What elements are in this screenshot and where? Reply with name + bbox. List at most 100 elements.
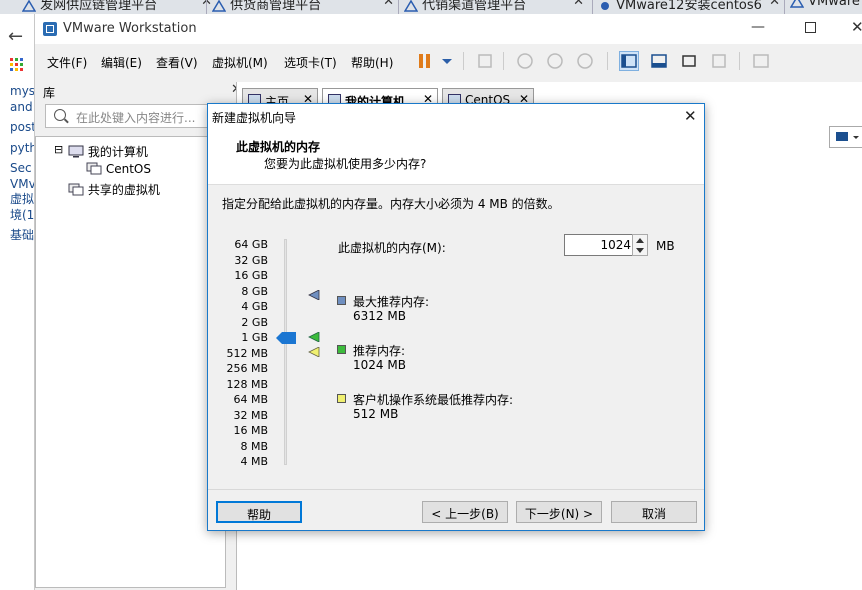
scale-label: 32 GB [234, 253, 268, 267]
scale-label: 1 GB [241, 331, 268, 344]
send-keys-icon[interactable] [475, 51, 495, 71]
browser-tab[interactable]: VMware12安装centos6 ✕ [598, 0, 780, 14]
thumbnail-bar-icon[interactable] [649, 51, 669, 71]
menu-help[interactable]: 帮助(H) [351, 54, 393, 71]
back-arrow-icon[interactable]: ← [8, 26, 23, 47]
chevron-down-icon[interactable] [437, 51, 457, 71]
menu-file[interactable]: 文件(F) [47, 54, 87, 71]
fullscreen-icon[interactable] [679, 51, 699, 71]
close-icon[interactable]: ✕ [573, 0, 584, 9]
scale-label: 256 MB [226, 362, 268, 375]
browser-tab-label: VMware12安装centos6 [616, 0, 762, 13]
legend-swatch-minimum [337, 394, 346, 403]
revert-snapshot-icon[interactable] [545, 51, 565, 71]
tree-expander[interactable]: ⊟ [54, 143, 63, 156]
scale-label: 4 MB [240, 455, 268, 468]
max-recommended-marker-icon [308, 290, 320, 300]
pause-icon[interactable] [415, 51, 435, 71]
help-button[interactable]: 帮助 [216, 501, 302, 523]
legend-value-recommended: 1024 MB [353, 358, 406, 372]
library-header: 库 [37, 82, 235, 102]
library-search-input[interactable]: 在此处键入内容进行... [45, 104, 227, 128]
apps-grid-icon[interactable] [10, 58, 24, 72]
warning-triangle-icon [404, 0, 418, 12]
legend-swatch-recommended [337, 345, 346, 354]
console-view-icon[interactable] [751, 51, 771, 71]
cancel-button[interactable]: 取消 [611, 501, 697, 523]
browser-tab-label: 发网供应链管理平台 [40, 0, 158, 13]
vmware-logo-icon [43, 22, 57, 36]
window-close-button[interactable]: ✕ [851, 18, 862, 36]
memory-slider-track[interactable] [284, 239, 287, 465]
tree-item-my-computer[interactable]: 我的计算机 [68, 143, 148, 160]
paw-icon [601, 1, 609, 10]
memory-spinner[interactable] [632, 234, 648, 256]
scale-label: 2 GB [241, 315, 268, 329]
dialog-close-button[interactable]: ✕ [684, 107, 697, 125]
browser-tab[interactable]: VMware [790, 0, 862, 14]
minimum-recommended-marker-icon [308, 347, 320, 357]
title-bar: VMware Workstation — ✕ [35, 14, 862, 44]
unity-icon[interactable] [709, 51, 729, 71]
legend-value-max: 6312 MB [353, 309, 406, 323]
dialog-title-bar: 新建虚拟机向导 ✕ [208, 104, 704, 130]
library-tree: ⊟ 我的计算机 CentOS 共享的虚拟机 [35, 136, 226, 588]
recommended-marker-icon [308, 332, 320, 342]
warning-triangle-icon [790, 0, 804, 8]
legend-label-recommended: 推荐内存: [353, 344, 406, 358]
menu-view[interactable]: 查看(V) [156, 54, 198, 71]
tree-item-label: 我的计算机 [87, 145, 148, 159]
browser-tab-label: VMware [808, 0, 860, 9]
scale-label: 64 GB [234, 238, 268, 251]
memory-unit: MB [656, 239, 675, 253]
scale-label: 16 MB [233, 424, 268, 437]
spin-down-icon[interactable] [636, 248, 644, 253]
spin-up-icon[interactable] [636, 238, 644, 243]
next-button[interactable]: 下一步(N) > [516, 501, 602, 523]
computer-icon [68, 145, 84, 158]
close-icon[interactable]: ✕ [769, 0, 780, 9]
library-view-icon[interactable] [619, 51, 639, 71]
dialog-title: 新建虚拟机向导 [212, 111, 297, 125]
dialog-header: 此虚拟机的内存 您要为此虚拟机使用多少内存? [208, 130, 704, 185]
shared-vm-icon [68, 183, 84, 196]
tree-item-label: CentOS [105, 162, 151, 176]
browser-tab[interactable]: 代销渠道管理平台 ✕ [404, 0, 584, 14]
tree-item-label: 共享的虚拟机 [87, 183, 160, 197]
menu-vm[interactable]: 虚拟机(M) [212, 54, 268, 71]
browser-tab[interactable]: 供货商管理平台 ✕ [212, 0, 394, 14]
memory-scale: 64 GB 32 GB 16 GB 8 GB 4 GB 2 GB 1 GB 51… [208, 234, 268, 474]
tree-item-shared-vms[interactable]: 共享的虚拟机 [68, 181, 160, 198]
memory-input[interactable]: 1024 [564, 234, 638, 256]
dialog-description: 指定分配给此虚拟机的内存量。内存大小必须为 4 MB 的倍数。 [222, 197, 560, 211]
view-mode-button[interactable] [829, 126, 862, 148]
browser-tab-strip: 发网供应链管理平台 ✕ 供货商管理平台 ✕ 代销渠道管理平台 ✕ VMware1… [0, 0, 862, 14]
dialog-heading: 此虚拟机的内存 [236, 140, 321, 154]
snapshot-icon[interactable] [515, 51, 535, 71]
maximize-button[interactable] [805, 22, 816, 33]
close-icon[interactable]: ✕ [383, 0, 394, 9]
search-icon [54, 109, 66, 121]
browser-tab-label: 代销渠道管理平台 [422, 0, 527, 13]
window-title: VMware Workstation [63, 21, 197, 36]
scale-label: 16 GB [234, 269, 268, 282]
browser-tab[interactable]: 发网供应链管理平台 ✕ [22, 0, 212, 14]
legend-label-minimum: 客户机操作系统最低推荐内存: [353, 393, 514, 407]
tree-item-centos[interactable]: CentOS [86, 162, 151, 176]
scale-label: 128 MB [226, 377, 268, 391]
warning-triangle-icon [212, 0, 226, 12]
dialog-subheading: 您要为此虚拟机使用多少内存? [264, 157, 427, 171]
monitor-dropdown-icon [836, 132, 859, 141]
back-button[interactable]: < 上一步(B) [422, 501, 508, 523]
new-vm-wizard-dialog: 新建虚拟机向导 ✕ 此虚拟机的内存 您要为此虚拟机使用多少内存? 指定分配给此虚… [207, 103, 705, 531]
scale-label: 8 MB [240, 439, 268, 453]
menu-tabs[interactable]: 选项卡(T) [284, 54, 337, 71]
snapshot-manager-icon[interactable] [575, 51, 595, 71]
scale-label: 512 MB [226, 346, 268, 360]
memory-slider-thumb[interactable] [276, 332, 296, 344]
vm-icon [86, 162, 102, 175]
legend-label-max: 最大推荐内存: [353, 295, 430, 309]
menu-edit[interactable]: 编辑(E) [101, 54, 142, 71]
minimize-button[interactable]: — [751, 19, 765, 35]
browser-tab-label: 供货商管理平台 [230, 0, 322, 13]
